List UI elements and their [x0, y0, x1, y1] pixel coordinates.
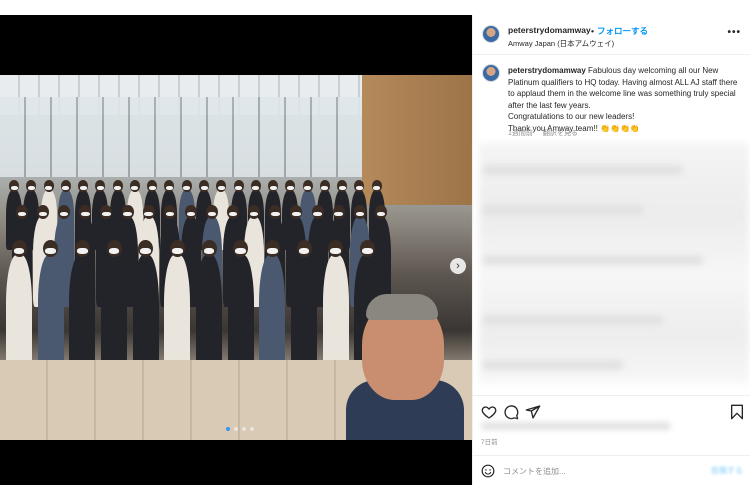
- crowd-mask: [313, 211, 322, 217]
- caption-line-congrats: Congratulations to our new leaders!: [508, 112, 635, 121]
- carousel-dot: [226, 427, 230, 431]
- crowd-person: [196, 255, 222, 375]
- crowd-mask: [183, 185, 191, 190]
- post-header: peterstrydomamway • フォローする Amway Japan (日…: [473, 15, 750, 55]
- carousel-dot: [242, 427, 246, 431]
- crowd-mask: [131, 185, 139, 190]
- blurred-comment-line: [483, 315, 663, 325]
- group-photo: [0, 75, 472, 440]
- avatar[interactable]: [482, 25, 500, 43]
- crowd-mask: [298, 248, 310, 255]
- username[interactable]: peterstrydomamway: [508, 25, 591, 35]
- crowd-mask: [172, 248, 183, 255]
- carousel-indicator: [220, 427, 260, 433]
- post-comment-button[interactable]: 投稿する: [711, 465, 743, 476]
- comment-icon[interactable]: [503, 404, 519, 420]
- crowd-mask: [45, 185, 53, 190]
- crowd-mask: [200, 185, 208, 190]
- crowd-mask: [286, 185, 294, 190]
- crowd-mask: [330, 248, 341, 255]
- crowd-mask: [269, 185, 277, 190]
- crowd-mask: [321, 185, 329, 190]
- crowd-mask: [148, 185, 156, 190]
- follow-button[interactable]: • フォローする: [591, 25, 648, 37]
- translate-link[interactable]: 翻訳を見る: [543, 130, 578, 137]
- crowd-person: [227, 255, 254, 375]
- selfie-person-hair: [366, 294, 438, 320]
- crowd-mask: [362, 248, 373, 255]
- post-date: 7日前: [481, 439, 498, 446]
- follow-label: フォローする: [596, 26, 648, 36]
- crowd-mask: [45, 248, 56, 255]
- caption-avatar[interactable]: [482, 64, 500, 82]
- crowd-mask: [203, 248, 215, 255]
- blurred-comment-line: [483, 360, 623, 370]
- crowd-mask: [252, 185, 260, 190]
- crowd-mask: [373, 185, 381, 190]
- crowd-person: [322, 255, 349, 375]
- crowd-mask: [338, 185, 346, 190]
- post-side-panel: peterstrydomamway • フォローする Amway Japan (日…: [472, 15, 750, 485]
- action-bar: [473, 395, 750, 425]
- crowd-mask: [102, 211, 111, 217]
- crowd-mask: [13, 248, 25, 255]
- crowd-mask: [235, 185, 243, 190]
- comment-bar: 投稿する: [473, 455, 750, 485]
- location-link[interactable]: Amway Japan (日本アムウェイ): [508, 38, 614, 49]
- blurred-likes-line: [481, 422, 671, 430]
- crowd-person: [164, 255, 191, 375]
- crowd-mask: [165, 185, 173, 190]
- crowd-mask: [81, 211, 90, 217]
- post-media[interactable]: ›: [0, 15, 472, 485]
- crowd-mask: [292, 211, 301, 217]
- more-options-icon[interactable]: •••: [727, 27, 741, 38]
- comment-input[interactable]: [503, 464, 693, 478]
- chevron-right-icon[interactable]: ›: [450, 258, 466, 274]
- crowd-person: [37, 255, 64, 375]
- crowd-person: [132, 255, 159, 375]
- crowd-mask: [304, 185, 312, 190]
- crowd-mask: [235, 248, 246, 255]
- smiley-icon[interactable]: [481, 464, 495, 478]
- crowd-mask: [114, 185, 122, 190]
- crowd-person: [101, 255, 127, 375]
- carousel-dot: [234, 427, 238, 431]
- crowd-mask: [267, 248, 278, 255]
- blurred-comment-line: [483, 255, 703, 265]
- crowd-mask: [123, 211, 132, 217]
- bookmark-icon[interactable]: [729, 404, 745, 420]
- crowd-mask: [96, 185, 104, 190]
- caption-username[interactable]: peterstrydomamway: [508, 66, 586, 75]
- carousel-dot: [250, 427, 254, 431]
- blurred-comment-line: [483, 165, 683, 175]
- crowd-mask: [62, 185, 70, 190]
- instagram-post-frame: › peterstrydomamway • フォローする Amway Japan …: [0, 0, 750, 500]
- separator-dot: •: [591, 26, 594, 36]
- crowd-mask: [27, 185, 35, 190]
- crowd-mask: [77, 248, 88, 255]
- crowd-mask: [140, 248, 151, 255]
- crowd-mask: [217, 185, 225, 190]
- crowd-mask: [355, 185, 363, 190]
- crowd-person: [6, 255, 32, 375]
- crowd-person: [69, 255, 96, 375]
- blurred-comment-line: [483, 205, 643, 215]
- heart-icon[interactable]: [481, 404, 497, 420]
- crowd-person: [291, 255, 317, 375]
- post-caption: peterstrydomamway Fabulous day welcoming…: [508, 65, 743, 134]
- time-ago: 1週間前: [508, 130, 533, 137]
- paper-plane-icon[interactable]: [525, 404, 541, 420]
- crowd-person: [259, 255, 286, 375]
- crowd-mask: [108, 248, 120, 255]
- crowd-mask: [79, 185, 87, 190]
- crowd-mask: [10, 185, 18, 190]
- crowd-mask: [271, 211, 280, 217]
- caption-meta: 1週間前 翻訳を見る: [508, 128, 586, 138]
